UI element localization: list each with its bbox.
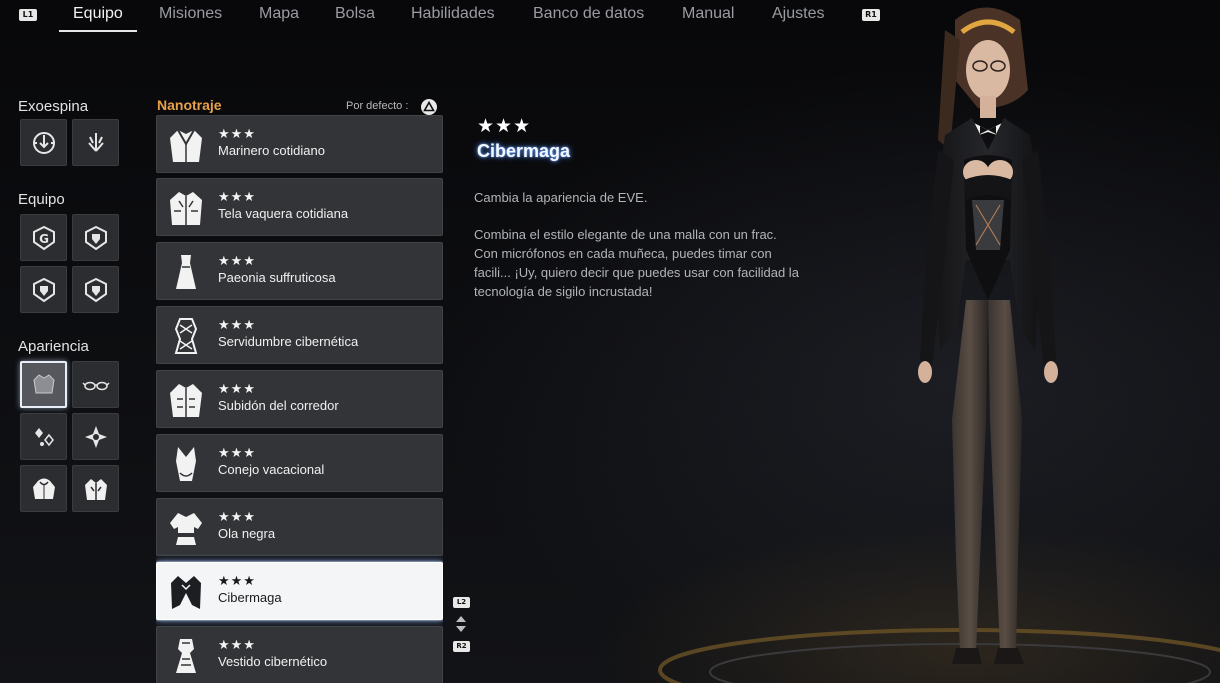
item-name: Marinero cotidiano — [218, 143, 325, 158]
appearance-slot-jacket[interactable] — [72, 465, 119, 512]
crop-top-icon — [170, 513, 202, 545]
exospine-slot-1[interactable] — [20, 119, 67, 166]
gear-g-icon: G — [32, 225, 55, 250]
tab-misiones[interactable]: Misiones — [159, 3, 222, 33]
top-navigation: L1 Equipo Misiones Mapa Bolsa Habilidade… — [0, 0, 900, 36]
hoodie-icon — [32, 478, 55, 499]
item-stars: ★★★ — [218, 445, 256, 460]
item-name: Tela vaquera cotidiana — [218, 206, 349, 221]
svg-text:G: G — [39, 232, 49, 246]
item-stars: ★★★ — [218, 317, 256, 332]
l2-button-hint[interactable]: L2 — [453, 597, 470, 608]
hair-ornament-icon — [84, 425, 107, 448]
tab-mapa[interactable]: Mapa — [259, 3, 299, 33]
bodysuit-icon — [176, 447, 196, 481]
list-item[interactable]: ★★★ Marinero cotidiano — [156, 115, 443, 173]
detail-summary: Cambia la apariencia de EVE. — [474, 190, 648, 205]
nanosuit-icon — [32, 373, 55, 393]
item-stars: ★★★ — [218, 509, 256, 524]
item-stars: ★★★ — [218, 381, 256, 396]
category-title-exospine: Exoespina — [18, 98, 89, 115]
item-stars: ★★★ — [218, 189, 256, 204]
item-name: Subidón del corredor — [218, 398, 339, 413]
glasses-icon — [81, 381, 110, 390]
tailcoat-icon — [171, 576, 201, 609]
item-name: Cibermaga — [218, 590, 282, 605]
gear-shield-icon — [84, 277, 107, 302]
exospine-claw-icon — [87, 132, 104, 152]
item-stars: ★★★ — [218, 573, 256, 588]
appearance-slot-hair-ornament[interactable] — [72, 413, 119, 460]
nanosuit-list[interactable]: ★★★ Marinero cotidiano ★★★ Tela vaquera … — [156, 115, 443, 683]
category-title-gear: Equipo — [18, 191, 65, 208]
corset-icon — [174, 318, 198, 354]
item-name: Conejo vacacional — [218, 462, 325, 477]
sort-button[interactable] — [421, 99, 437, 115]
r2-button-hint[interactable]: R2 — [453, 641, 470, 652]
list-title: Nanotraje — [157, 97, 222, 113]
tab-habilidades[interactable]: Habilidades — [411, 3, 495, 33]
item-name: Paeonia suffruticosa — [218, 270, 336, 285]
tab-ajustes[interactable]: Ajustes — [772, 3, 824, 33]
item-stars: ★★★ — [218, 253, 256, 268]
list-item[interactable]: ★★★ Ola negra — [156, 498, 443, 556]
item-name: Servidumbre cibernética — [218, 334, 359, 349]
gear-slot-2[interactable] — [72, 214, 119, 261]
list-item[interactable]: ★★★ Servidumbre cibernética — [156, 306, 443, 364]
tab-manual[interactable]: Manual — [682, 3, 734, 33]
tab-equipo[interactable]: Equipo — [59, 3, 137, 33]
item-stars: ★★★ — [218, 126, 256, 141]
detail-title: Cibermaga — [477, 141, 571, 161]
item-stars: ★★★ — [218, 637, 256, 652]
triangle-button-icon — [423, 100, 435, 112]
exospine-slot-2[interactable] — [72, 119, 119, 166]
dress-icon — [176, 255, 196, 289]
sailor-outfit-icon — [170, 129, 202, 162]
gear-shield-icon — [32, 277, 55, 302]
character-model — [918, 7, 1058, 664]
appearance-slot-glasses[interactable] — [72, 361, 119, 408]
sort-label[interactable]: Por defecto : — [346, 100, 408, 112]
list-item[interactable]: ★★★ Paeonia suffruticosa — [156, 242, 443, 300]
item-name: Ola negra — [218, 526, 276, 541]
earrings-icon — [34, 427, 54, 446]
sort-label-text: Por defecto — [346, 100, 403, 112]
list-item[interactable]: ★★★ Subidón del corredor — [156, 370, 443, 428]
denim-jacket-icon — [170, 192, 202, 225]
equipment-screen: L1 Equipo Misiones Mapa Bolsa Habilidade… — [0, 0, 1220, 683]
jacket-icon — [84, 478, 107, 500]
category-title-appearance: Apariencia — [18, 338, 89, 355]
exospine-gear-icon — [32, 131, 55, 154]
gear-shield-icon — [84, 225, 107, 250]
scroll-arrows-icon — [456, 616, 466, 632]
list-item[interactable]: ★★★ Conejo vacacional — [156, 434, 443, 492]
cyber-dress-icon — [176, 639, 196, 673]
detail-description: Combina el estilo elegante de una malla … — [474, 227, 799, 299]
l1-button-hint[interactable]: L1 — [19, 9, 37, 21]
list-item[interactable]: ★★★ Tela vaquera cotidiana — [156, 178, 443, 236]
item-name: Vestido cibernético — [218, 654, 328, 669]
runner-jacket-icon — [170, 384, 202, 417]
list-item-selected[interactable]: ★★★ Cibermaga — [156, 562, 443, 620]
appearance-slot-hoodie[interactable] — [20, 465, 67, 512]
appearance-slot-earrings[interactable] — [20, 413, 67, 460]
gear-slot-1[interactable]: G — [20, 214, 67, 261]
gear-slot-3[interactable] — [20, 266, 67, 313]
tab-banco-de-datos[interactable]: Banco de datos — [533, 3, 644, 33]
appearance-slot-nanosuit[interactable] — [20, 361, 67, 408]
gear-slot-4[interactable] — [72, 266, 119, 313]
list-item[interactable]: ★★★ Vestido cibernético — [156, 626, 443, 683]
detail-stars: ★★★ — [477, 116, 532, 137]
tab-bolsa[interactable]: Bolsa — [335, 3, 375, 33]
